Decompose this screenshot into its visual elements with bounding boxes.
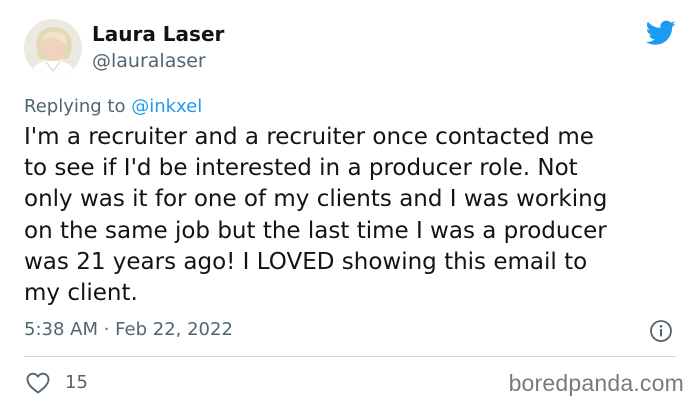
info-icon[interactable] — [649, 319, 673, 343]
divider — [24, 356, 676, 357]
like-count: 15 — [65, 372, 88, 393]
author-name[interactable]: Laura Laser — [92, 22, 224, 46]
avatar[interactable] — [24, 19, 82, 77]
reply-target-link[interactable]: @inkxel — [131, 96, 202, 117]
replying-to: Replying to @inkxel — [24, 96, 202, 117]
tweet-card: Laura Laser @lauralaser Replying to @ink… — [0, 0, 700, 410]
twitter-bird-icon[interactable] — [646, 20, 676, 46]
tweet-text-line: on the same job but the last time I was … — [24, 217, 607, 244]
tweet-text-line: to see if I'd be interested in a produce… — [24, 155, 578, 182]
tweet-text-line: was 21 years ago! I LOVED showing this e… — [24, 248, 588, 275]
tweet-text-line: my client. — [24, 280, 138, 307]
watermark: boredpanda.com — [508, 370, 684, 396]
author-handle[interactable]: @lauralaser — [92, 50, 206, 72]
tweet-text-line: only was it for one of my clients and I … — [24, 186, 608, 213]
heart-icon[interactable] — [26, 372, 50, 394]
tweet-text: I'm a recruiter and a recruiter once con… — [24, 122, 684, 309]
tweet-timestamp[interactable]: 5:38 AM · Feb 22, 2022 — [24, 319, 233, 340]
tweet-text-line: I'm a recruiter and a recruiter once con… — [24, 124, 594, 150]
replying-to-label: Replying to — [24, 96, 132, 117]
